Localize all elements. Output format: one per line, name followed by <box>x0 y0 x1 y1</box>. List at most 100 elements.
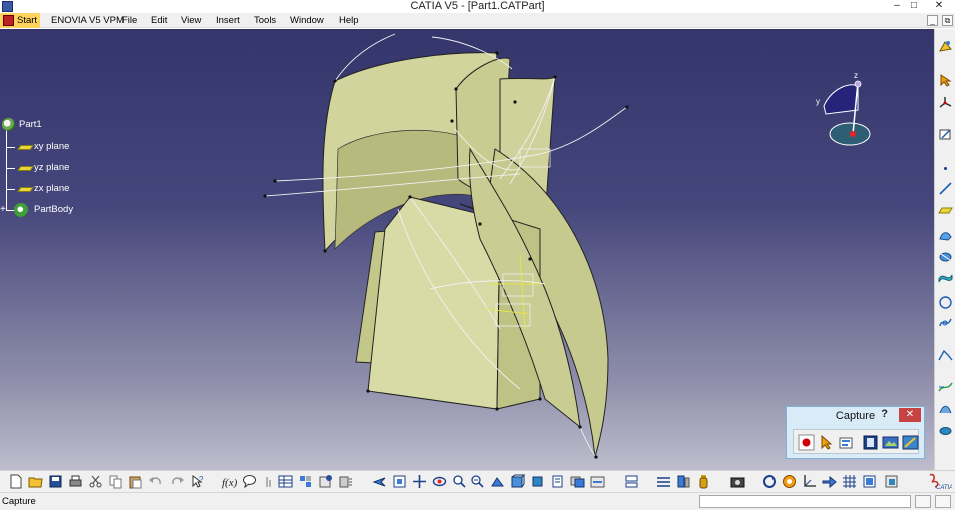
hole-icon[interactable] <box>338 474 353 489</box>
status-button-1[interactable] <box>915 495 931 508</box>
window-title: CATIA V5 - [Part1.CATPart] <box>410 0 545 12</box>
knowledge-icon[interactable] <box>242 474 257 489</box>
circle-icon[interactable] <box>938 295 953 310</box>
select-icon[interactable] <box>938 73 953 88</box>
project-icon[interactable] <box>938 401 953 416</box>
formula-icon[interactable]: f(x) <box>222 474 237 489</box>
compass-icon[interactable]: z y <box>812 70 882 152</box>
catia-logo-icon: CATIA <box>929 473 952 491</box>
capture-image-icon[interactable] <box>882 434 899 451</box>
catalog-icon[interactable] <box>298 474 313 489</box>
save-icon[interactable] <box>48 474 63 489</box>
status-bar: Capture <box>0 492 955 510</box>
menu-edit[interactable]: Edit <box>151 13 167 28</box>
menu-window[interactable]: Window <box>290 13 324 28</box>
title-bar: CATIA V5 - [Part1.CATPart] – □ ✕ <box>0 0 955 13</box>
render-style-icon[interactable] <box>550 474 565 489</box>
redo-icon[interactable] <box>170 474 185 489</box>
repeat-icon[interactable] <box>884 474 899 489</box>
album-icon[interactable] <box>862 434 879 451</box>
open-icon[interactable] <box>28 474 43 489</box>
bottom-toolbar: ? f(x) CATIA <box>0 470 955 492</box>
body-icon <box>14 203 28 217</box>
analysis-icon[interactable] <box>782 474 797 489</box>
close-button[interactable]: ✕ <box>928 0 950 13</box>
capture-toolbar[interactable]: Capture ? ✕ <box>786 406 925 459</box>
status-message: Capture <box>2 496 36 507</box>
connect-curve-icon[interactable] <box>938 379 953 394</box>
settings-icon[interactable] <box>902 434 919 451</box>
start-icon <box>3 15 14 26</box>
measure-icon[interactable] <box>262 474 277 489</box>
menu-help[interactable]: Help <box>339 13 359 28</box>
table-icon[interactable] <box>278 474 293 489</box>
3d-viewport[interactable]: Part1 xy plane yz plane zx plane + PartB… <box>0 29 934 470</box>
doc-minimize-button[interactable]: _ <box>926 15 938 26</box>
repeat-icon[interactable] <box>862 474 877 489</box>
cut-surface-icon[interactable] <box>656 474 671 489</box>
update-icon[interactable] <box>762 474 777 489</box>
record-icon[interactable] <box>798 434 815 451</box>
capture-help-button[interactable]: ? <box>881 408 888 420</box>
tree-trunk <box>6 130 7 211</box>
axis-system-icon[interactable] <box>938 95 953 110</box>
bottle-icon[interactable] <box>696 474 711 489</box>
spline-icon[interactable] <box>938 315 953 330</box>
plane-icon[interactable] <box>938 203 953 218</box>
menu-bar: Start ENOVIA V5 VPM File Edit View Inser… <box>0 13 955 28</box>
fly-mode-icon[interactable] <box>372 474 387 489</box>
pan-icon[interactable] <box>412 474 427 489</box>
options-icon[interactable] <box>838 434 855 451</box>
menu-insert[interactable]: Insert <box>216 13 240 28</box>
copy-icon[interactable] <box>108 474 123 489</box>
fit-all-icon[interactable] <box>392 474 407 489</box>
select-mode-icon[interactable] <box>818 434 835 451</box>
menu-start[interactable]: Start <box>0 13 40 28</box>
doc-restore-button[interactable]: ⧉ <box>942 15 953 26</box>
views-icon[interactable] <box>530 474 545 489</box>
rotate-icon[interactable] <box>432 474 447 489</box>
part-geometry[interactable] <box>0 29 934 470</box>
print-icon[interactable] <box>68 474 83 489</box>
capture-close-button[interactable]: ✕ <box>899 408 921 422</box>
iso-view-icon[interactable] <box>510 474 525 489</box>
zoom-out-icon[interactable] <box>470 474 485 489</box>
paste-icon[interactable] <box>128 474 143 489</box>
cut-icon[interactable] <box>88 474 103 489</box>
split-icon[interactable] <box>676 474 691 489</box>
normal-view-icon[interactable] <box>490 474 505 489</box>
menu-file[interactable]: File <box>122 13 137 28</box>
tree-branch <box>6 147 15 148</box>
menu-tools[interactable]: Tools <box>254 13 276 28</box>
new-icon[interactable] <box>8 474 23 489</box>
revolve-surface-icon[interactable] <box>938 249 953 264</box>
parameters-icon[interactable] <box>318 474 333 489</box>
maximize-button[interactable]: □ <box>903 0 925 13</box>
sketcher-icon[interactable] <box>938 39 953 54</box>
menu-enovia[interactable]: ENOVIA V5 VPM <box>51 13 124 28</box>
expand-plus-icon[interactable]: + <box>0 203 6 217</box>
capture-icon[interactable] <box>730 474 745 489</box>
extrude-surface-icon[interactable] <box>938 227 953 242</box>
svg-text:CATIA: CATIA <box>936 485 952 491</box>
sweep-icon[interactable] <box>938 269 953 284</box>
line-icon[interactable] <box>938 181 953 196</box>
zoom-in-icon[interactable] <box>452 474 467 489</box>
menu-view[interactable]: View <box>181 13 201 28</box>
point-icon[interactable] <box>938 161 953 176</box>
intersect-icon[interactable] <box>938 423 953 438</box>
command-input[interactable] <box>699 495 911 508</box>
axis-icon[interactable] <box>802 474 817 489</box>
swap-space-icon[interactable] <box>590 474 605 489</box>
hide-show-icon[interactable] <box>570 474 585 489</box>
spec-tree-icon[interactable] <box>624 474 639 489</box>
undo-icon[interactable] <box>148 474 163 489</box>
status-button-2[interactable] <box>935 495 951 508</box>
tree-label-xy-plane: xy plane <box>34 141 70 152</box>
corner-icon[interactable] <box>938 347 953 362</box>
whats-this-icon[interactable]: ? <box>190 474 205 489</box>
capture-tools <box>793 429 919 454</box>
sketch-icon[interactable] <box>938 127 953 142</box>
snap-icon[interactable] <box>822 474 837 489</box>
grid-icon[interactable] <box>842 474 857 489</box>
